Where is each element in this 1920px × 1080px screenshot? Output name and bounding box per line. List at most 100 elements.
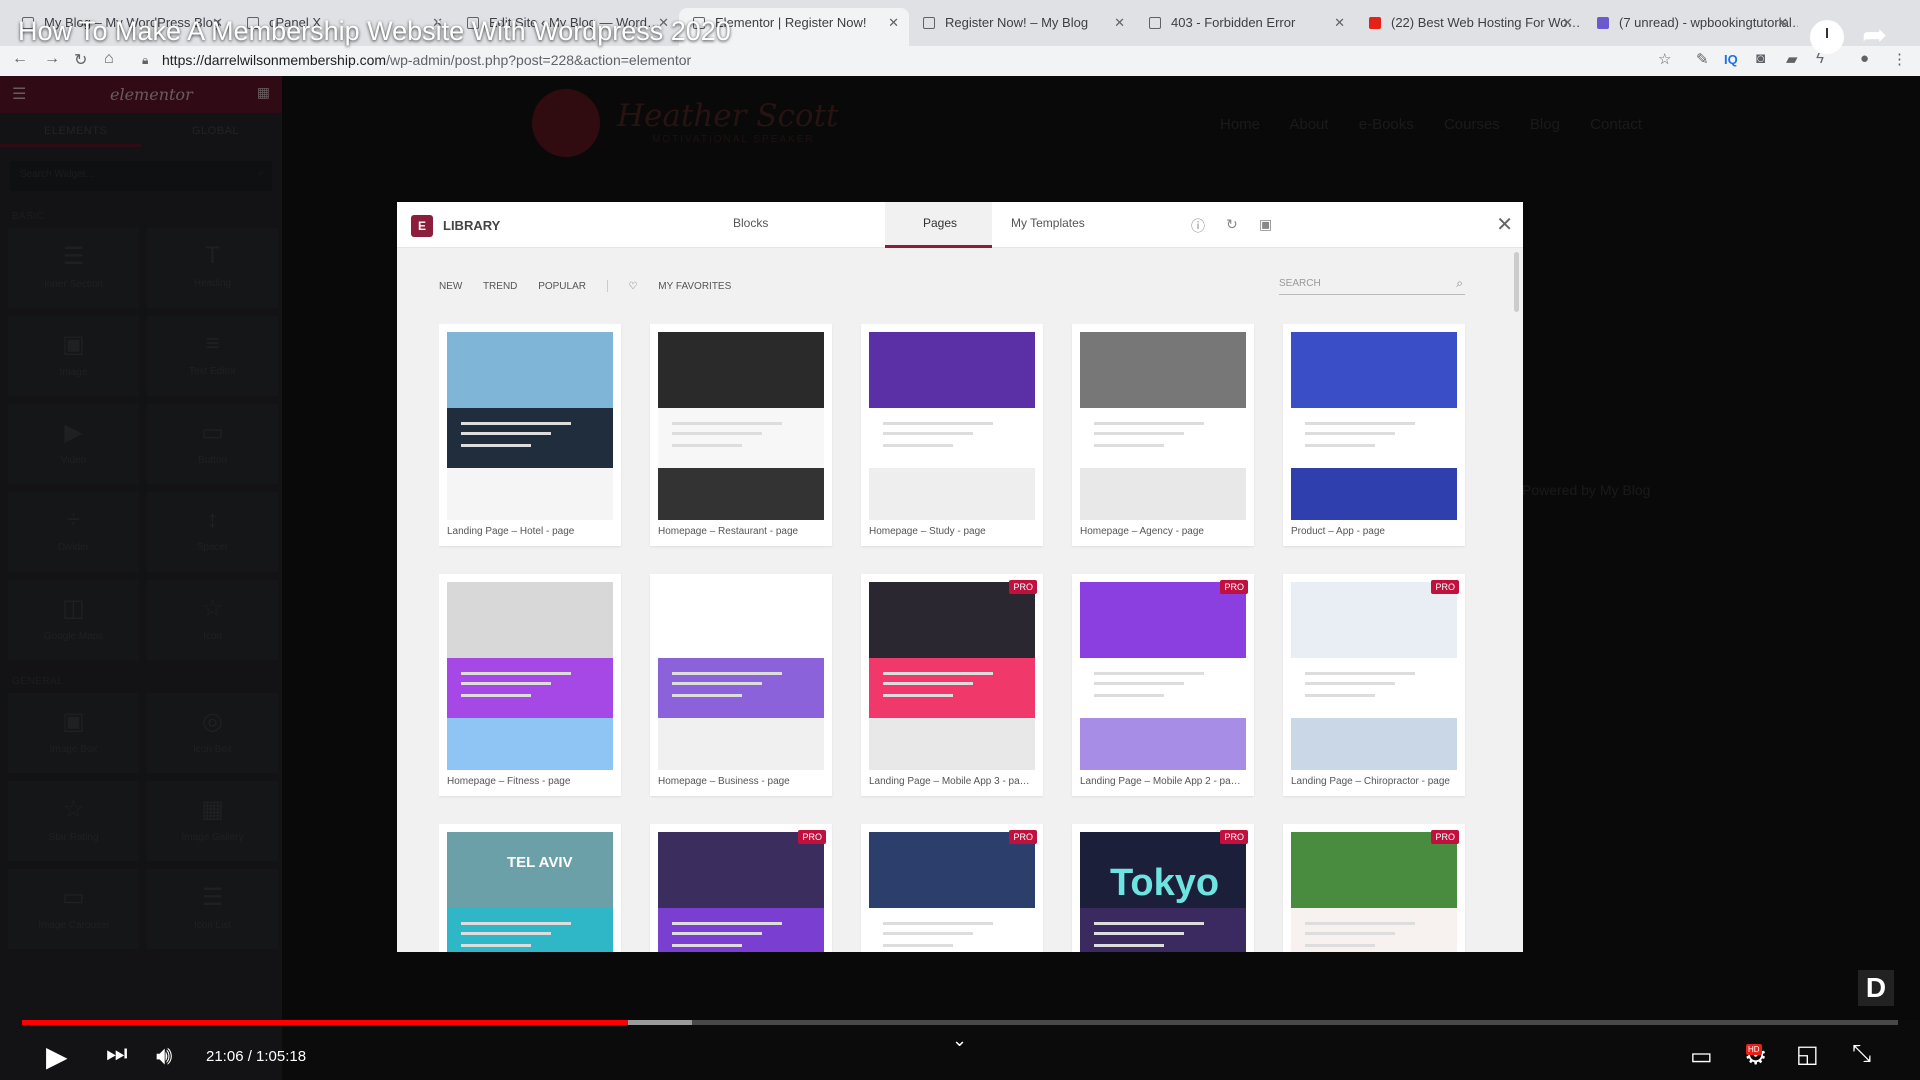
widget-tile[interactable]: ▭ Button xyxy=(147,404,278,484)
next-icon[interactable]: ⏭ xyxy=(106,1040,128,1068)
close-tab-icon[interactable]: ✕ xyxy=(1334,8,1345,38)
reload-icon[interactable]: ↻ xyxy=(74,50,87,70)
eyedropper-icon[interactable]: ✎ xyxy=(1696,50,1709,68)
nav-home[interactable]: Home xyxy=(1220,116,1260,133)
template-card[interactable]: Homepage – Agency - page xyxy=(1072,324,1254,546)
widget-tile[interactable]: ☆ Icon xyxy=(147,580,278,660)
close-tab-icon[interactable]: ✕ xyxy=(1114,8,1125,38)
info-icon[interactable]: ⓘ xyxy=(1191,216,1205,236)
thumbnail-section xyxy=(1291,658,1457,718)
forward-icon[interactable]: → xyxy=(44,50,60,68)
template-card[interactable]: Homepage – Fitness - page xyxy=(439,574,621,796)
sync-icon[interactable]: ↻ xyxy=(1226,216,1238,233)
nav-blog[interactable]: Blog xyxy=(1530,116,1560,133)
widget-tile[interactable]: ◫ Google Maps xyxy=(8,580,139,660)
nav-ebooks[interactable]: e-Books xyxy=(1359,116,1414,133)
template-card[interactable]: TEL AVIV xyxy=(439,824,621,952)
template-card[interactable]: Homepage – Restaurant - page xyxy=(650,324,832,546)
template-card[interactable]: PRO xyxy=(1283,824,1465,952)
widget-tile[interactable]: ☰ Icon List xyxy=(147,869,278,949)
placeholder-line xyxy=(1094,932,1184,935)
nav-courses[interactable]: Courses xyxy=(1444,116,1500,133)
iq-extension-icon[interactable]: IQ xyxy=(1724,52,1738,67)
widget-tile[interactable]: ◎ Icon Box xyxy=(147,693,278,773)
home-icon[interactable]: ⌂ xyxy=(104,50,114,68)
channel-watermark[interactable]: D xyxy=(1858,970,1894,1006)
widget-tile[interactable]: ▦ Image Gallery xyxy=(147,781,278,861)
tab-elements[interactable]: ELEMENTS xyxy=(44,125,107,137)
widgets-grid-icon[interactable]: ▦ xyxy=(257,84,270,101)
widget-search-input[interactable]: Search Widget... ⌕ xyxy=(10,161,272,191)
browser-tab[interactable]: Register Now! – My Blog ✕ xyxy=(909,8,1135,46)
template-card[interactable]: Homepage – Study - page xyxy=(861,324,1043,546)
camera-icon[interactable]: ◙ xyxy=(1756,50,1765,67)
widget-tile[interactable]: ☆ Star Rating xyxy=(8,781,139,861)
filter-trend[interactable]: TREND xyxy=(483,281,517,292)
template-card[interactable]: PRO xyxy=(861,824,1043,952)
url-field[interactable]: https://darrelwilsonmembership.com/wp-ad… xyxy=(162,52,691,68)
widget-tile[interactable]: ▶ Video xyxy=(8,404,139,484)
widget-tile[interactable]: ≡ Text Editor xyxy=(147,316,278,396)
subtitles-icon[interactable]: ▭ xyxy=(1690,1042,1713,1071)
scrollbar-thumb[interactable] xyxy=(1514,252,1519,312)
widget-tile[interactable]: ↕ Spacer xyxy=(147,492,278,572)
progress-bar[interactable] xyxy=(22,1020,1898,1025)
menu-dots-icon[interactable]: ⋮ xyxy=(1892,50,1907,68)
bookmark-star-icon[interactable]: ☆ xyxy=(1658,50,1671,68)
tab-my-templates[interactable]: My Templates xyxy=(1011,216,1085,230)
placeholder-line xyxy=(461,694,531,697)
back-icon[interactable]: ← xyxy=(12,50,28,68)
widget-tile[interactable]: ▣ Image xyxy=(8,316,139,396)
save-icon[interactable]: ▣ xyxy=(1259,216,1272,233)
template-card[interactable]: PRO Landing Page – Mobile App 3 - pa… xyxy=(861,574,1043,796)
chevron-down-icon[interactable]: ⌄ xyxy=(952,1030,967,1051)
my-favorites-filter[interactable]: ♡ MY FAVORITES xyxy=(629,281,750,292)
lock-icon[interactable]: 🔒︎ xyxy=(142,53,148,68)
browser-tab[interactable]: (22) Best Web Hosting For Wo… ✕ xyxy=(1355,8,1583,46)
widget-tile[interactable]: ▣ Image Box xyxy=(8,693,139,773)
share-icon[interactable]: ➦ xyxy=(1862,18,1887,53)
template-card[interactable]: PRO xyxy=(650,824,832,952)
exit-fullscreen-icon[interactable]: ⤡ xyxy=(1852,1040,1871,1068)
template-thumbnail xyxy=(1080,582,1246,770)
hamburger-menu-icon[interactable]: ☰ xyxy=(12,84,26,104)
tab-blocks[interactable]: Blocks xyxy=(733,216,768,230)
sidebar-header: ☰ elementor ▦ xyxy=(0,76,282,113)
filter-new[interactable]: NEW xyxy=(439,281,462,292)
play-icon[interactable]: ▶ xyxy=(46,1040,68,1073)
close-icon[interactable]: ✕ xyxy=(1496,212,1513,237)
pro-badge: PRO xyxy=(1220,580,1248,594)
nav-contact[interactable]: Contact xyxy=(1590,116,1642,133)
close-tab-icon[interactable]: ✕ xyxy=(888,8,899,38)
template-card[interactable]: PRO Landing Page – Mobile App 2 - pa… xyxy=(1072,574,1254,796)
browser-tab[interactable]: 403 - Forbidden Error ✕ xyxy=(1135,8,1355,46)
widget-tile[interactable]: ÷ Divider xyxy=(8,492,139,572)
columns-icon: ☰ xyxy=(62,243,85,270)
close-tab-icon[interactable]: ✕ xyxy=(1777,8,1788,38)
filter-popular[interactable]: POPULAR xyxy=(538,281,586,292)
browser-tab[interactable]: (7 unread) - wpbookingtutorial… ✕ xyxy=(1583,8,1798,46)
video-title[interactable]: How To Make A Membership Website With Wo… xyxy=(18,16,731,47)
watch-later-icon[interactable] xyxy=(1810,20,1844,54)
template-card[interactable]: Tokyo PRO xyxy=(1072,824,1254,952)
template-card[interactable]: Homepage – Business - page xyxy=(650,574,832,796)
tab-pages[interactable]: Pages xyxy=(885,202,992,248)
widget-tile[interactable]: T Heading xyxy=(147,228,278,308)
widget-tile[interactable]: ☰ Inner Section xyxy=(8,228,139,308)
template-card[interactable]: Product – App - page xyxy=(1283,324,1465,546)
tab-global[interactable]: GLOBAL xyxy=(192,125,239,137)
category-basic[interactable]: BASIC xyxy=(0,205,282,228)
extension-icon[interactable]: ▰ xyxy=(1786,50,1798,68)
page-icon xyxy=(923,17,935,29)
library-search-input[interactable]: SEARCH ⌕ xyxy=(1279,276,1465,295)
template-card[interactable]: Landing Page – Hotel - page xyxy=(439,324,621,546)
close-tab-icon[interactable]: ✕ xyxy=(1562,8,1573,38)
nav-about[interactable]: About xyxy=(1289,116,1328,133)
volume-icon[interactable]: 🔊︎ xyxy=(156,1040,172,1072)
widget-tile[interactable]: ▭ Image Carousel xyxy=(8,869,139,949)
placeholder-line xyxy=(672,422,782,425)
template-card[interactable]: PRO Landing Page – Chiropractor - page xyxy=(1283,574,1465,796)
placeholder-line xyxy=(461,922,571,925)
cast-icon[interactable]: ◱ xyxy=(1796,1040,1819,1069)
category-general[interactable]: GENERAL xyxy=(0,670,282,693)
